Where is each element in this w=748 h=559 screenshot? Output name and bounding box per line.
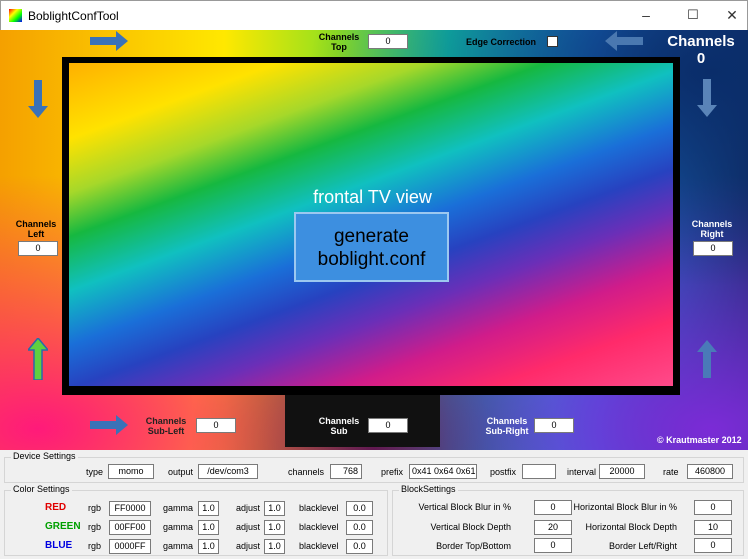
type-label: type (86, 467, 104, 477)
arrow-down-icon[interactable] (28, 80, 48, 118)
horizontal-depth-label: Horizontal Block Depth (585, 522, 677, 532)
border-top-bottom-label: Border Top/Bottom (436, 541, 511, 551)
generate-config-button[interactable]: generate boblight.conf (294, 212, 449, 282)
vertical-depth-input[interactable]: 20 (534, 520, 572, 535)
red-blacklevel-input[interactable]: 0.0 (346, 501, 373, 516)
arrow-down-icon[interactable] (697, 79, 717, 117)
green-channel-label: GREEN (45, 521, 81, 532)
gamma-label: gamma (163, 503, 194, 513)
red-gamma-input[interactable]: 1.0 (198, 501, 219, 516)
channels-sub-label: Channels Sub (318, 416, 360, 436)
blue-channel-label: BLUE (45, 540, 73, 551)
postfix-input[interactable] (522, 464, 556, 479)
channels-sub-right-input[interactable]: 0 (534, 418, 574, 433)
title-bar: BoblightConfTool – ☐ ✕ (0, 0, 748, 30)
tv-layout-area: Channels Top 0 Edge Correction Channels … (0, 30, 748, 450)
adjust-label: adjust (236, 541, 261, 551)
adjust-label: adjust (236, 522, 261, 532)
device-settings-title: Device Settings (11, 451, 78, 461)
channels-input[interactable]: 768 (330, 464, 362, 479)
block-settings-group: BlockSettings Vertical Block Blur in % 0… (392, 484, 744, 556)
edge-correction-checkbox[interactable] (547, 36, 558, 47)
color-settings-group: Color Settings RED rgb FF0000 gamma 1.0 … (4, 484, 388, 556)
red-rgb-input[interactable]: FF0000 (109, 501, 151, 516)
border-left-right-label: Border Left/Right (608, 541, 677, 551)
blacklevel-label: blacklevel (299, 541, 339, 551)
color-settings-title: Color Settings (11, 484, 72, 494)
blue-rgb-input[interactable]: 0000FF (109, 539, 151, 554)
vertical-blur-input[interactable]: 0 (534, 500, 572, 515)
channels-sub-left-label: Channels Sub-Left (145, 416, 187, 436)
type-input[interactable]: momo (108, 464, 154, 479)
red-channel-label: RED (45, 502, 67, 513)
green-rgb-input[interactable]: 00FF00 (109, 520, 151, 535)
red-adjust-input[interactable]: 1.0 (264, 501, 285, 516)
horizontal-blur-label: Horizontal Block Blur in % (573, 502, 677, 512)
output-label: output (168, 467, 194, 477)
frontal-tv-view-label: frontal TV view (313, 187, 432, 207)
channels-total-value: 0 (696, 50, 706, 67)
block-settings-title: BlockSettings (399, 484, 458, 494)
device-settings-group: Device Settings type momo output /dev/co… (4, 451, 744, 483)
blacklevel-label: blacklevel (299, 522, 339, 532)
rgb-label: rgb (88, 503, 102, 513)
gamma-label: gamma (163, 522, 194, 532)
horizontal-depth-input[interactable]: 10 (694, 520, 732, 535)
prefix-input[interactable]: 0x41 0x64 0x61 0 (409, 464, 477, 479)
minimize-button[interactable]: – (631, 5, 661, 25)
adjust-label: adjust (236, 503, 261, 513)
channels-left-input[interactable]: 0 (18, 241, 58, 256)
channels-top-input[interactable]: 0 (368, 34, 408, 49)
blacklevel-label: blacklevel (299, 503, 339, 513)
horizontal-blur-input[interactable]: 0 (694, 500, 732, 515)
green-adjust-input[interactable]: 1.0 (264, 520, 285, 535)
maximize-button[interactable]: ☐ (678, 5, 708, 25)
interval-input[interactable]: 20000 (599, 464, 645, 479)
channels-sub-input[interactable]: 0 (368, 418, 408, 433)
channels-sub-right-label: Channels Sub-Right (485, 416, 529, 436)
close-button[interactable]: ✕ (717, 5, 747, 25)
arrow-up-icon[interactable] (697, 340, 717, 378)
arrow-left-icon[interactable] (605, 31, 643, 51)
green-blacklevel-input[interactable]: 0.0 (346, 520, 373, 535)
vertical-blur-label: Vertical Block Blur in % (418, 502, 511, 512)
postfix-label: postfix (490, 467, 517, 477)
rgb-label: rgb (88, 541, 102, 551)
window-title: BoblightConfTool (28, 9, 119, 23)
channels-label: channels (288, 467, 325, 477)
arrow-right-icon[interactable] (90, 31, 128, 51)
border-left-right-input[interactable]: 0 (694, 538, 732, 553)
interval-label: interval (567, 467, 597, 477)
rate-label: rate (663, 467, 679, 477)
copyright-label: © Krautmaster 2012 (657, 435, 742, 445)
blue-gamma-input[interactable]: 1.0 (198, 539, 219, 554)
channels-sub-left-input[interactable]: 0 (196, 418, 236, 433)
border-top-bottom-input[interactable]: 0 (534, 538, 572, 553)
rate-input[interactable]: 460800 (687, 464, 733, 479)
vertical-depth-label: Vertical Block Depth (430, 522, 511, 532)
channels-top-label: Channels Top (318, 32, 360, 52)
channels-left-label: Channels Left (15, 219, 57, 239)
edge-correction-label: Edge Correction (466, 37, 537, 47)
channels-right-label: Channels Right (691, 219, 733, 239)
prefix-label: prefix (381, 467, 404, 477)
arrow-up-icon[interactable] (28, 338, 48, 380)
green-gamma-input[interactable]: 1.0 (198, 520, 219, 535)
blue-blacklevel-input[interactable]: 0.0 (346, 539, 373, 554)
channels-right-input[interactable]: 0 (693, 241, 733, 256)
blue-adjust-input[interactable]: 1.0 (264, 539, 285, 554)
arrow-right-icon[interactable] (90, 415, 128, 435)
output-input[interactable]: /dev/com3 (198, 464, 258, 479)
app-icon (9, 9, 22, 22)
rgb-label: rgb (88, 522, 102, 532)
gamma-label: gamma (163, 541, 194, 551)
channels-total-label: Channels (667, 33, 735, 50)
